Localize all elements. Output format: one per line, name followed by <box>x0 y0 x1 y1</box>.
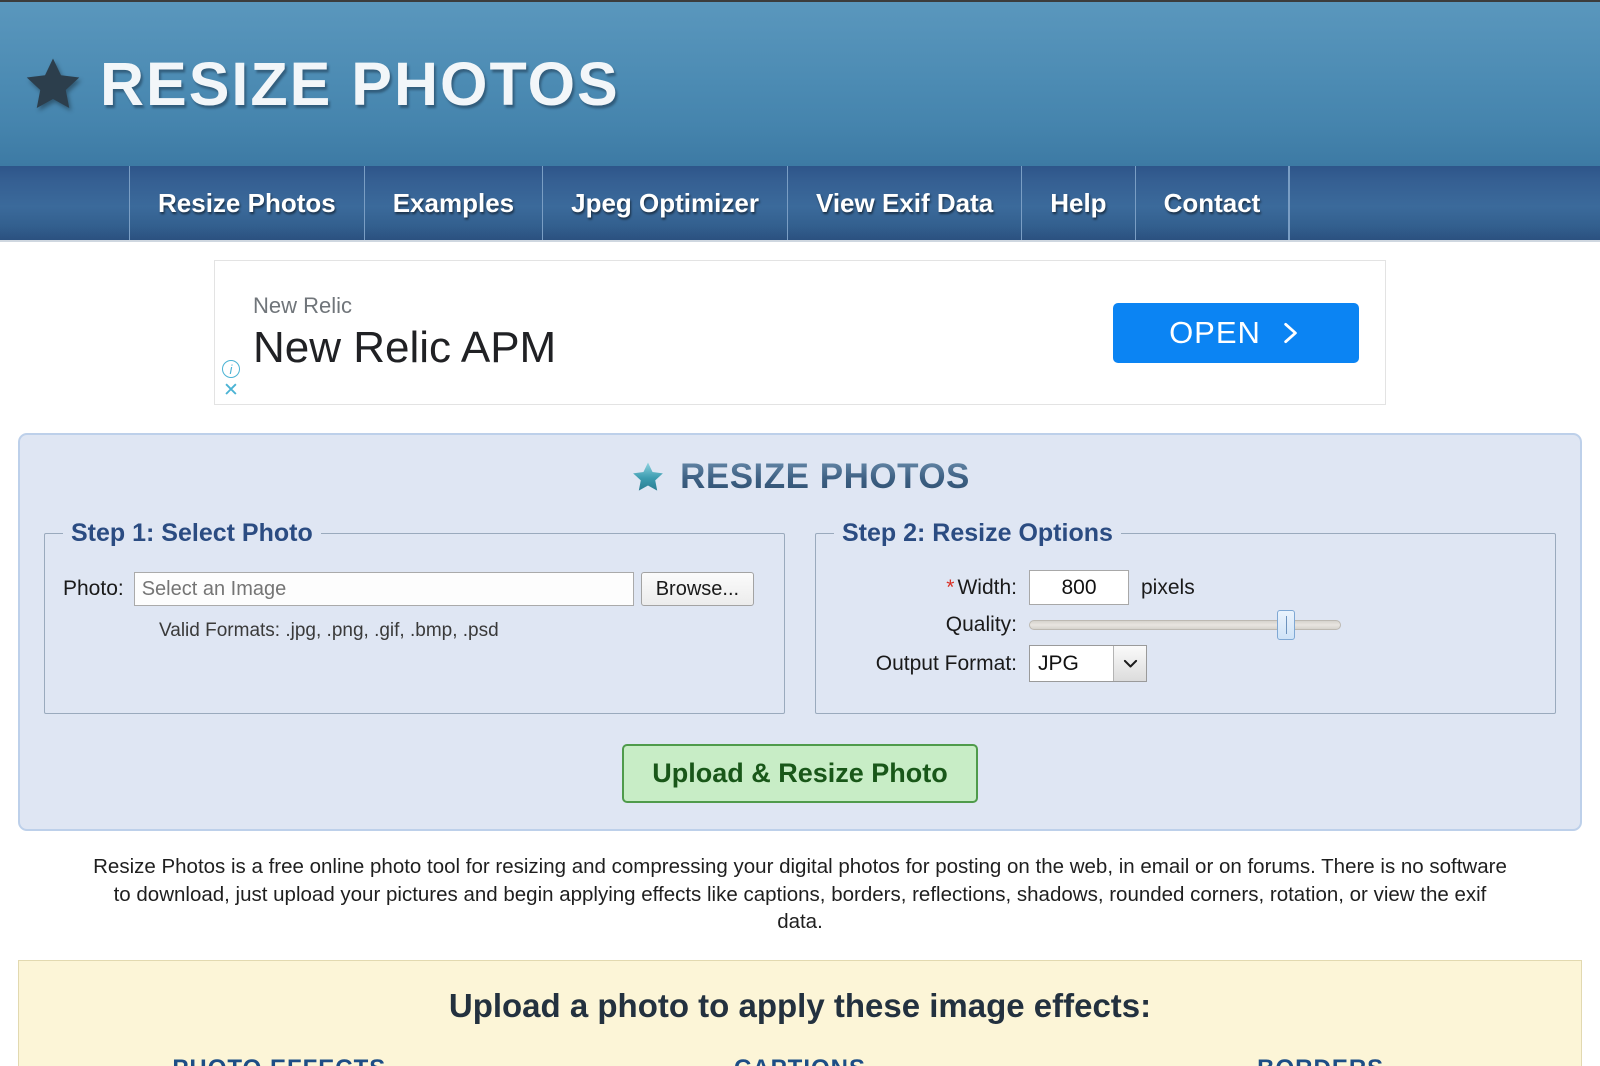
nav-item-contact[interactable]: Contact <box>1136 166 1290 240</box>
panel-title: RESIZE PHOTOS <box>20 457 1580 497</box>
ad-headline: New Relic APM <box>253 322 557 372</box>
quality-label: Quality: <box>945 613 1017 636</box>
output-format-label: Output Format: <box>875 651 1017 675</box>
step1-legend: Step 1: Select Photo <box>71 519 313 547</box>
quality-slider[interactable] <box>1029 610 1341 640</box>
ad-advertiser-name: New Relic <box>253 292 353 318</box>
nav-item-resize-photos[interactable]: Resize Photos <box>130 166 365 240</box>
nav-spacer-left <box>0 166 130 240</box>
ad-banner[interactable]: New Relic New Relic APM OPEN i ✕ <box>214 260 1386 405</box>
output-format-row: Output Format: JPG <box>834 645 1537 682</box>
effects-column-photo-effects[interactable]: PHOTO EFFECTS <box>19 1055 540 1066</box>
photo-label: Photo: <box>63 577 124 600</box>
chevron-down-icon[interactable] <box>1113 646 1146 681</box>
upload-and-resize-button[interactable]: Upload & Resize Photo <box>622 744 978 803</box>
output-format-select[interactable]: JPG <box>1029 645 1147 682</box>
site-header: RESIZE PHOTOS <box>0 0 1600 166</box>
width-row: *Width: pixels <box>834 570 1537 605</box>
resize-photos-panel: RESIZE PHOTOS Step 1: Select Photo Photo… <box>18 433 1582 831</box>
step1-select-photo: Step 1: Select Photo Photo: Browse... Va… <box>44 519 785 714</box>
nav-item-examples[interactable]: Examples <box>365 166 544 240</box>
star-icon <box>26 58 80 108</box>
effects-column-borders[interactable]: BORDERS <box>1060 1055 1581 1066</box>
submit-row: Upload & Resize Photo <box>20 744 1580 803</box>
photo-input-row: Photo: Browse... <box>63 572 766 606</box>
panel-title-text: RESIZE PHOTOS <box>680 457 970 496</box>
advertisement-container: New Relic New Relic APM OPEN i ✕ <box>0 242 1600 405</box>
ad-text-block: New Relic New Relic APM <box>215 293 556 373</box>
photo-input[interactable] <box>133 572 634 606</box>
info-icon[interactable]: i <box>222 360 240 378</box>
output-format-value: JPG <box>1038 651 1079 675</box>
image-effects-section: Upload a photo to apply these image effe… <box>18 960 1582 1066</box>
chevron-right-icon <box>1284 322 1297 343</box>
main-navigation: Resize Photos Examples Jpeg Optimizer Vi… <box>0 166 1600 242</box>
nav-item-jpeg-optimizer[interactable]: Jpeg Optimizer <box>543 166 788 240</box>
quality-row: Quality: <box>834 610 1537 640</box>
effects-columns: PHOTO EFFECTS CAPTIONS BORDERS <box>19 1055 1581 1066</box>
steps-row: Step 1: Select Photo Photo: Browse... Va… <box>20 519 1580 714</box>
step2-resize-options: Step 2: Resize Options *Width: pixels Qu… <box>815 519 1556 714</box>
width-label: * Width: <box>834 576 1029 600</box>
star-icon <box>633 462 663 491</box>
effects-section-title: Upload a photo to apply these image effe… <box>448 987 1152 1025</box>
quality-slider-handle[interactable] <box>1276 610 1295 640</box>
nav-item-help[interactable]: Help <box>1022 166 1136 240</box>
required-marker: * <box>946 575 955 599</box>
valid-formats-text: Valid Formats: .jpg, .png, .gif, .bmp, .… <box>159 620 499 641</box>
close-icon[interactable]: ✕ <box>223 381 239 400</box>
chevron-down-glyph <box>1123 659 1137 667</box>
ad-choices-controls: i ✕ <box>222 360 240 400</box>
nav-spacer-right <box>1289 166 1600 240</box>
step2-legend: Step 2: Resize Options <box>842 519 1113 547</box>
width-label-text: Width: <box>957 575 1017 599</box>
effects-column-captions[interactable]: CAPTIONS <box>540 1055 1061 1066</box>
width-unit-label: pixels <box>1141 575 1195 599</box>
nav-item-view-exif-data[interactable]: View Exif Data <box>788 166 1023 240</box>
width-input[interactable] <box>1029 570 1129 605</box>
browse-button[interactable]: Browse... <box>640 572 755 606</box>
page-title: RESIZE PHOTOS <box>100 50 620 118</box>
ad-open-label: OPEN <box>1169 314 1261 350</box>
ad-open-button[interactable]: OPEN <box>1113 302 1359 363</box>
site-description: Resize Photos is a free online photo too… <box>93 855 1507 934</box>
